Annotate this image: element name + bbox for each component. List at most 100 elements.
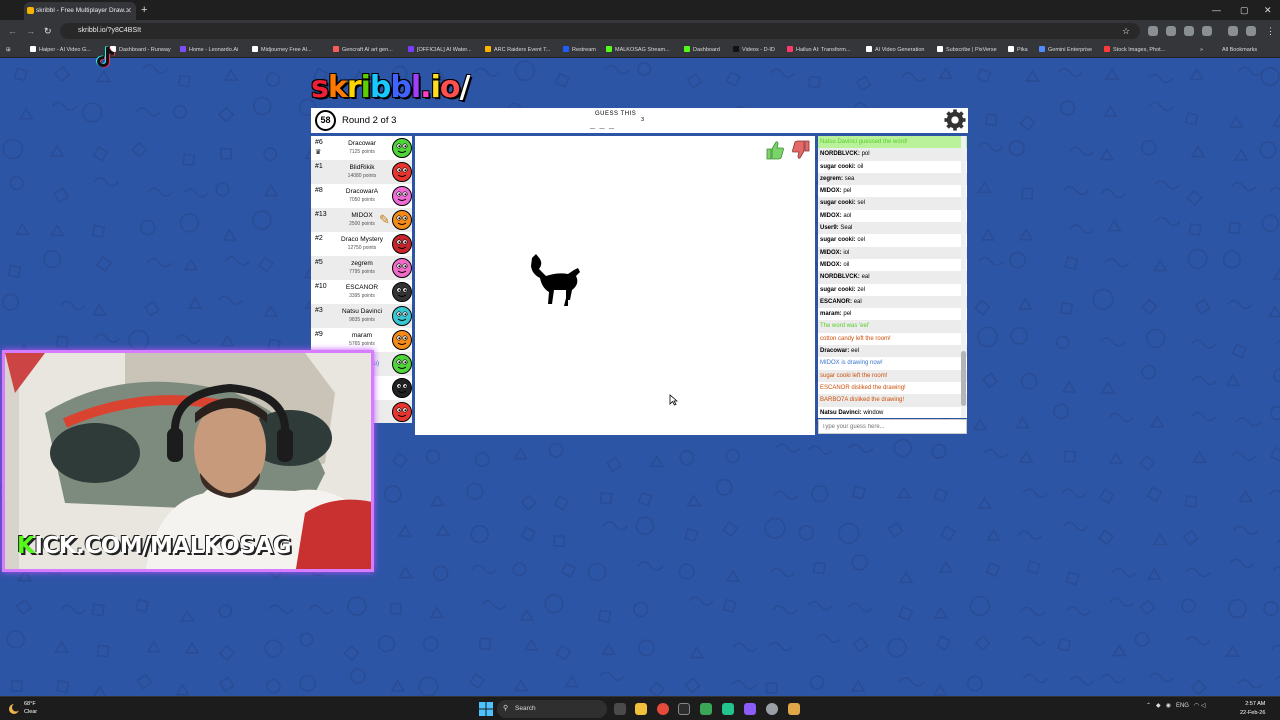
tray-chevron-icon[interactable]: ⌃ <box>1146 703 1151 709</box>
all-bookmarks-button[interactable]: All Bookmarks <box>1222 42 1257 58</box>
app-icon[interactable] <box>788 703 800 715</box>
extension-icon[interactable] <box>1202 26 1212 36</box>
extension-icon[interactable] <box>1184 26 1194 36</box>
player-row[interactable]: #5 zegrem 7795 points <box>311 256 412 280</box>
doodle-shape <box>932 487 949 503</box>
profile-icon[interactable] <box>1246 26 1256 36</box>
doodle-shape <box>468 673 486 690</box>
bookmark-item[interactable]: Pika <box>1008 42 1028 58</box>
doodle-shape <box>977 180 992 194</box>
app-icon[interactable] <box>700 703 712 715</box>
guess-input[interactable] <box>818 419 967 434</box>
bookmark-favicon-icon <box>1008 46 1014 52</box>
doodle-shape <box>384 485 402 503</box>
file-explorer-icon[interactable] <box>635 703 647 715</box>
player-row[interactable]: #13 MIDOX 2500 points ✎ <box>311 208 412 232</box>
doodle-shape <box>599 492 613 505</box>
doodle-shape <box>1185 567 1211 578</box>
settings-app-icon[interactable] <box>766 703 778 715</box>
doodle-shape <box>1068 146 1095 157</box>
close-tab-icon[interactable]: ✕ <box>125 2 132 20</box>
player-row[interactable]: #10 ESCANOR 3395 points <box>311 280 412 304</box>
maximize-icon[interactable]: ▢ <box>1240 0 1249 20</box>
player-row[interactable]: #9 maram 5765 points <box>311 328 412 352</box>
bookmark-item[interactable]: AI Video Generation <box>866 42 924 58</box>
app-icon[interactable] <box>744 703 756 715</box>
bookmark-item[interactable]: Stock Images, Phot... <box>1104 42 1165 58</box>
wifi-icon[interactable]: ◠ <box>1194 703 1199 709</box>
doodle-shape <box>1231 181 1257 192</box>
doodle-shape <box>972 417 988 431</box>
bookmark-item[interactable]: Midjourney Free AI... <box>252 42 312 58</box>
chat-text: pel <box>843 311 852 318</box>
settings-gear-icon[interactable] <box>944 109 966 131</box>
chat-message: sugar cooki: oil <box>818 161 967 173</box>
apps-grid-icon[interactable]: ⊞ <box>6 42 11 58</box>
system-tray[interactable]: ⌃ ◆ ◉ ENG ◠ ◁ <box>1146 702 1206 709</box>
player-row[interactable]: #6 ♛ Dracowar 7125 points <box>311 136 412 160</box>
bookmark-item[interactable]: MALKOSAG Stream... <box>606 42 670 58</box>
more-bookmarks-icon[interactable]: » <box>1200 42 1203 58</box>
doodle-shape <box>1155 216 1181 227</box>
bookmark-item[interactable]: Subscribe | PixVerse <box>937 42 997 58</box>
doodle-shape <box>1098 488 1115 505</box>
bookmark-item[interactable]: [OFFICIAL] AI Water... <box>408 42 472 58</box>
player-avatar-icon <box>392 282 412 302</box>
bookmark-item[interactable]: Restream <box>563 42 596 58</box>
app-icon[interactable] <box>678 703 690 715</box>
bookmark-item[interactable]: Home - Leonardo.Ai <box>180 42 238 58</box>
bookmark-item[interactable]: Haiper - AI Video G... <box>30 42 91 58</box>
tab-title: skribbl - Free Multiplayer Draw... <box>36 7 130 14</box>
taskbar-clock[interactable]: 2:57 AM 22-Feb-26 <box>1240 700 1265 718</box>
player-row[interactable]: #1 BlidRikik 14080 points <box>311 160 412 184</box>
doodle-shape <box>1190 145 1206 158</box>
doodle-shape <box>775 443 801 453</box>
menu-icon[interactable]: ⋮ <box>1266 20 1275 42</box>
taskbar-search[interactable]: ⚲ Search <box>497 700 607 718</box>
player-row[interactable]: #2 Draco Mystery 12750 points <box>311 232 412 256</box>
app-icon[interactable] <box>722 703 734 715</box>
forward-icon[interactable]: → <box>26 20 35 42</box>
weather-widget[interactable]: 68°F Clear <box>24 700 37 716</box>
back-icon[interactable]: ← <box>8 20 17 42</box>
windows-start-icon[interactable] <box>479 702 493 716</box>
doodle-shape <box>142 64 168 74</box>
doodle-shape <box>513 679 529 692</box>
new-tab-icon[interactable]: + <box>141 0 147 20</box>
player-row[interactable]: #8 DracowarA 7050 points <box>311 184 412 208</box>
doodle-shape <box>51 101 78 112</box>
bookmark-item[interactable]: Gemini Enterprise <box>1039 42 1092 58</box>
chat-scroll-thumb[interactable] <box>961 351 966 406</box>
volume-icon[interactable]: ◁ <box>1201 703 1206 709</box>
bookmark-item[interactable]: Hailuo AI: Transform... <box>787 42 850 58</box>
extension-icon[interactable] <box>1228 26 1238 36</box>
bookmark-item[interactable]: ARC Raiders Event T... <box>485 42 550 58</box>
bookmark-item[interactable]: Gencraft AI art gen... <box>333 42 393 58</box>
doodle-shape <box>976 67 992 84</box>
extension-icon[interactable] <box>1148 26 1158 36</box>
url-field[interactable]: skribbl.io/?y8C4BSIt <box>60 23 1140 39</box>
browser-tab[interactable]: skribbl - Free Multiplayer Draw... ✕ <box>24 2 136 20</box>
thumbs-down-icon[interactable] <box>790 139 812 161</box>
chat-message: Natsu Davinci: window <box>818 407 967 418</box>
close-window-icon[interactable]: ✕ <box>1264 0 1272 20</box>
bookmark-item[interactable]: Videos - D-ID <box>733 42 775 58</box>
logo-letter: i <box>430 70 441 105</box>
thumbs-up-icon[interactable] <box>764 139 786 161</box>
drawing-canvas[interactable] <box>415 136 815 435</box>
tray-app-icon[interactable]: ◆ <box>1156 703 1161 709</box>
chrome-icon[interactable] <box>657 703 669 715</box>
doodle-shape <box>1181 598 1196 613</box>
reload-icon[interactable]: ↻ <box>44 20 52 42</box>
doodle-shape <box>686 494 702 507</box>
tray-mic-icon[interactable]: ◉ <box>1166 703 1171 709</box>
chat-message: MIDOX is drawing now! <box>818 357 967 369</box>
extension-icon[interactable] <box>1166 26 1176 36</box>
minimize-icon[interactable]: — <box>1212 0 1221 20</box>
bookmark-item[interactable]: Dashboard <box>684 42 720 58</box>
player-row[interactable]: #3 Natsu Davinci 9835 points <box>311 304 412 328</box>
language-indicator[interactable]: ENG <box>1176 703 1189 709</box>
task-view-icon[interactable] <box>614 703 626 715</box>
bookmark-star-icon[interactable]: ☆ <box>1122 20 1130 42</box>
bookmark-item[interactable]: Dashboard - Runway <box>110 42 171 58</box>
